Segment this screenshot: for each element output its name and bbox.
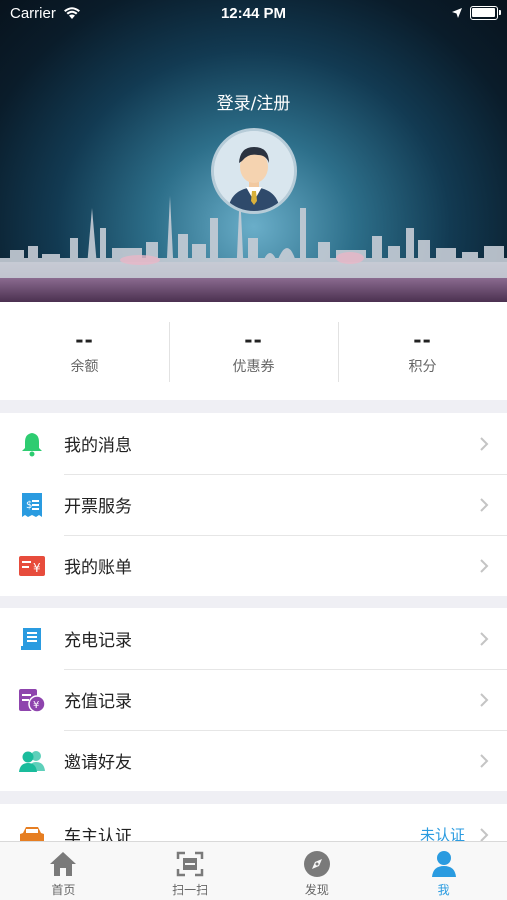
tab-home[interactable]: 首页 xyxy=(0,842,127,900)
bell-icon xyxy=(18,430,46,458)
points-label: 积分 xyxy=(408,359,437,375)
avatar[interactable] xyxy=(211,128,297,214)
tab-bar: 首页 扫一扫 发现 我 xyxy=(0,841,507,900)
status-bar: Carrier 12:44 PM xyxy=(0,0,507,28)
chevron-right-icon xyxy=(480,692,489,707)
chevron-right-icon xyxy=(480,436,489,451)
points-stat[interactable]: -- 积分 xyxy=(338,302,507,400)
tab-profile[interactable]: 我 xyxy=(380,842,507,900)
invoice-icon: $ xyxy=(18,491,46,519)
menu-item-label: 开票服务 xyxy=(64,497,132,517)
tab-label: 我 xyxy=(437,883,450,897)
coupon-stat[interactable]: -- 优惠券 xyxy=(169,302,338,400)
location-arrow-icon xyxy=(452,8,462,18)
balance-label: 余额 xyxy=(70,359,99,375)
invite-friends-icon xyxy=(18,747,46,775)
points-value: -- xyxy=(413,328,432,352)
login-register-link[interactable]: 登录/注册 xyxy=(0,89,507,114)
battery-icon xyxy=(470,6,501,20)
menu-group-account: 我的消息 $ 开票服务 ¥ 我的账单 xyxy=(0,413,507,596)
balance-stat[interactable]: -- 余额 xyxy=(0,302,169,400)
menu-item-recharge-records[interactable]: ¥ 充值记录 xyxy=(0,669,507,730)
menu-item-label: 邀请好友 xyxy=(64,753,132,773)
discover-icon xyxy=(302,849,332,879)
menu-item-label: 充值记录 xyxy=(64,692,132,712)
menu-item-charge-records[interactable]: 充电记录 xyxy=(0,608,507,669)
tab-label: 发现 xyxy=(304,883,329,897)
tab-scan[interactable]: 扫一扫 xyxy=(127,842,254,900)
balance-value: -- xyxy=(75,328,94,352)
account-stats: -- 余额 -- 优惠券 -- 积分 xyxy=(0,302,507,400)
tab-discover[interactable]: 发现 xyxy=(254,842,381,900)
charge-record-icon xyxy=(18,625,46,653)
svg-text:$: $ xyxy=(26,500,32,511)
menu-item-label: 充电记录 xyxy=(64,631,132,651)
chevron-right-icon xyxy=(480,753,489,768)
menu-item-bills[interactable]: ¥ 我的账单 xyxy=(0,535,507,596)
menu-group-records: 充电记录 ¥ 充值记录 邀请好友 xyxy=(0,608,507,791)
recharge-record-icon: ¥ xyxy=(18,686,46,714)
home-icon xyxy=(48,849,78,879)
coupon-label: 优惠券 xyxy=(232,359,275,375)
menu-item-messages[interactable]: 我的消息 xyxy=(0,413,507,474)
svg-text:¥: ¥ xyxy=(33,561,41,575)
user-avatar-icon xyxy=(214,131,294,211)
chevron-right-icon xyxy=(480,497,489,512)
bill-icon: ¥ xyxy=(18,552,46,580)
coupon-value: -- xyxy=(244,328,263,352)
menu-item-invite-friends[interactable]: 邀请好友 xyxy=(0,730,507,791)
chevron-right-icon xyxy=(480,631,489,646)
tab-label: 首页 xyxy=(51,883,76,897)
menu-item-label: 我的消息 xyxy=(64,436,132,456)
chevron-right-icon xyxy=(480,827,489,842)
scan-icon xyxy=(175,849,205,879)
svg-text:¥: ¥ xyxy=(33,700,39,711)
chevron-right-icon xyxy=(480,558,489,573)
menu-item-label: 我的账单 xyxy=(64,558,132,578)
tab-label: 扫一扫 xyxy=(172,883,209,897)
menu-item-invoice[interactable]: $ 开票服务 xyxy=(0,474,507,535)
clock-label: 12:44 PM xyxy=(220,5,287,22)
profile-icon xyxy=(429,849,459,879)
